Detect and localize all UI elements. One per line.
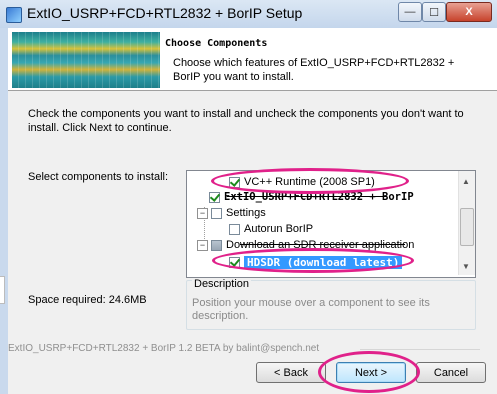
checkbox-unchecked-icon[interactable]: [211, 207, 222, 219]
select-components-label: Select components to install:: [28, 171, 169, 183]
window-title: ExtIO_USRP+FCD+RTL2832 + BorIP Setup: [27, 5, 303, 21]
description-text: Position your mouse over a component to …: [192, 297, 430, 322]
installer-icon: [6, 7, 22, 23]
footer-divider: [360, 349, 480, 350]
next-button[interactable]: Next >: [336, 362, 406, 383]
tree-item-vc-runtime[interactable]: VC++ Runtime (2008 SP1): [229, 174, 375, 190]
scroll-thumb[interactable]: [460, 208, 474, 246]
close-button[interactable]: X: [446, 2, 492, 22]
scroll-down-icon[interactable]: ▼: [458, 258, 474, 274]
tree-item-label: Autorun BorIP: [244, 223, 314, 235]
tree-item-label: Settings: [226, 207, 266, 219]
tree-item-settings[interactable]: − Settings: [197, 205, 266, 221]
tree-item-label: VC++ Runtime (2008 SP1): [244, 176, 375, 188]
scroll-up-icon[interactable]: ▲: [458, 173, 474, 189]
space-required-text: Space required: 24.6MB: [28, 294, 147, 306]
spectrum-waterfall-banner: [12, 32, 160, 88]
page-description: Choose which features of ExtIO_USRP+FCD+…: [173, 57, 455, 83]
back-button[interactable]: < Back: [256, 362, 326, 383]
tree-item-label: HDSDR (download latest): [244, 255, 403, 269]
maximize-button[interactable]: ☐: [422, 2, 446, 22]
tree-item-label: Download an SDR receiver application: [226, 239, 415, 251]
tree-item-autorun[interactable]: Autorun BorIP: [229, 221, 313, 237]
checkbox-checked-icon[interactable]: [209, 191, 220, 203]
checkbox-unchecked-icon[interactable]: [229, 223, 240, 235]
tree-item-download-sdr[interactable]: − Download an SDR receiver application: [197, 237, 414, 253]
checkbox-checked-icon[interactable]: [229, 256, 240, 268]
instructions-text: Check the components you want to install…: [28, 108, 464, 134]
strikeout-mark: [240, 244, 405, 245]
minimize-button[interactable]: —: [398, 2, 422, 22]
background-window-edge: [0, 276, 5, 304]
cancel-button[interactable]: Cancel: [416, 362, 486, 383]
page-title: Choose Components: [165, 38, 268, 49]
tree-item-hdsdr[interactable]: HDSDR (download latest): [229, 254, 403, 270]
window-frame-left: [0, 28, 8, 394]
checkbox-checked-icon[interactable]: [229, 176, 240, 188]
tree-item-label: ExtIO_USRP+FCD+RTL2832 + BorIP: [224, 191, 414, 203]
collapse-icon[interactable]: −: [197, 207, 208, 219]
collapse-icon[interactable]: −: [197, 239, 208, 251]
checkbox-partial-icon[interactable]: [211, 239, 222, 251]
strikeout-mark: [227, 196, 387, 197]
description-legend: Description: [192, 278, 252, 290]
tree-item-extio[interactable]: ExtIO_USRP+FCD+RTL2832 + BorIP: [209, 189, 414, 205]
branding-text: ExtIO_USRP+FCD+RTL2832 + BorIP 1.2 BETA …: [8, 343, 320, 354]
